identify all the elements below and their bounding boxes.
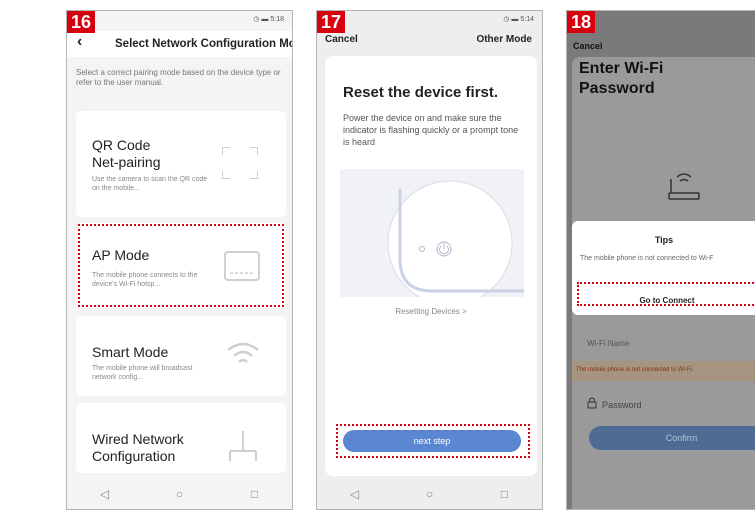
- panel-title: Enter Wi-Fi Password: [579, 60, 664, 97]
- card-smart-mode[interactable]: Smart Mode The mobile phone will broadca…: [76, 316, 286, 396]
- nav-recent-icon[interactable]: □: [235, 487, 275, 501]
- warning-text: The mobile phone is not connected to Wi-…: [576, 367, 694, 373]
- lock-icon: [587, 397, 597, 409]
- phone-screen-select-mode: 16 ◷ ▬ 5:18 ‹ Select Network Configurati…: [66, 10, 293, 510]
- status-icons: ◷ ▬ 5:18: [253, 16, 284, 23]
- panel-desc: Power the device on and make sure the in…: [343, 113, 519, 147]
- cancel-button[interactable]: Cancel: [325, 34, 358, 45]
- instruction-text: Select a correct pairing mode based on t…: [76, 68, 281, 87]
- status-bar: ◷ ▬ 5:18: [67, 11, 292, 29]
- card-title: Wired Network Configuration: [92, 431, 184, 464]
- nav-home-icon[interactable]: ○: [410, 487, 450, 501]
- highlight-next-step: [336, 424, 530, 458]
- highlight-go-to-connect: [577, 282, 755, 306]
- nav-back-icon[interactable]: ◁: [85, 487, 125, 501]
- password-field[interactable]: Password: [602, 400, 642, 410]
- step-badge-16: 16: [67, 11, 96, 33]
- other-mode-button[interactable]: Other Mode: [476, 34, 532, 45]
- router-wifi-icon: [668, 173, 700, 200]
- nav-back-icon[interactable]: ◁: [335, 487, 375, 501]
- system-nav-bar: ◁ ○ □: [67, 479, 292, 509]
- step-badge-17: 17: [317, 11, 346, 33]
- phone-screen-wifi-password: 18 Cancel Enter Wi-Fi Password Wi-Fi Nam…: [566, 10, 755, 510]
- wired-network-icon: [229, 431, 257, 461]
- system-nav-bar: ◁ ○ □: [317, 479, 542, 509]
- device-power-icon: [387, 180, 524, 297]
- wifi-name-field[interactable]: Wi-Fi Name: [587, 339, 629, 348]
- highlight-ap-mode: [78, 224, 284, 307]
- card-desc: The mobile phone will broadcast network …: [92, 365, 193, 381]
- status-bar: ◷ ▬ 5:14: [317, 11, 542, 29]
- card-title: Smart Mode: [92, 344, 169, 360]
- card-qr-code[interactable]: QR Code Net-pairing Use the camera to sc…: [76, 111, 286, 217]
- panel-title: Reset the device first.: [343, 84, 499, 101]
- back-icon[interactable]: ‹: [77, 33, 82, 51]
- confirm-button[interactable]: Confirm: [589, 426, 755, 450]
- not-connected-warning: The mobile phone is not connected to Wi-…: [572, 361, 755, 381]
- card-title: QR Code Net-pairing: [92, 137, 161, 170]
- step-badge-18: 18: [567, 11, 596, 33]
- phone-screen-reset-device: 17 ◷ ▬ 5:14 Cancel Other Mode Reset the …: [316, 10, 543, 510]
- page-title: Select Network Configuration Mo...: [115, 38, 293, 50]
- cancel-button[interactable]: Cancel: [573, 41, 603, 51]
- nav-recent-icon[interactable]: □: [485, 487, 525, 501]
- tips-message: The mobile phone is not connected to Wi-…: [580, 255, 714, 262]
- resetting-devices-link[interactable]: Resetting Devices >: [325, 307, 537, 316]
- device-illustration: [340, 169, 524, 297]
- card-wired-network[interactable]: Wired Network Configuration: [76, 403, 286, 473]
- card-desc: Use the camera to scan the QR code on th…: [92, 176, 208, 192]
- qr-scan-icon: [222, 147, 258, 179]
- reset-panel: Reset the device first. Power the device…: [325, 56, 537, 476]
- wifi-icon: [227, 342, 259, 363]
- status-icons: ◷ ▬ 5:14: [503, 16, 534, 23]
- tips-title: Tips: [654, 235, 674, 245]
- nav-home-icon[interactable]: ○: [160, 487, 200, 501]
